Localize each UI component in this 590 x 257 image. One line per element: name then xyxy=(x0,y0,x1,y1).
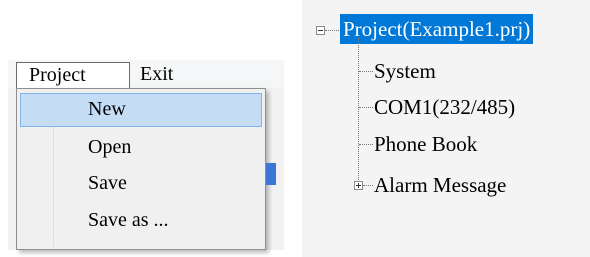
collapse-toggle-icon[interactable] xyxy=(316,26,325,35)
menu-screenshot: Project Exit New Open Save Save as ... xyxy=(8,60,284,250)
menu-project[interactable]: Project xyxy=(16,62,130,89)
tree-connector xyxy=(325,30,339,31)
tree-connector xyxy=(359,107,373,108)
menu-item-new[interactable]: New xyxy=(20,93,262,127)
expand-toggle-icon[interactable] xyxy=(354,181,363,190)
background-window-fragment xyxy=(266,163,276,185)
tree-connector xyxy=(359,71,373,72)
project-tree-view: Project(Example1.prj) System COM1(232/48… xyxy=(302,0,590,257)
menu-item-save-as[interactable]: Save as ... xyxy=(20,204,262,238)
tree-connector xyxy=(358,38,359,186)
menu-item-open[interactable]: Open xyxy=(20,131,262,165)
tree-connector xyxy=(359,144,373,145)
tree-connector xyxy=(363,185,373,186)
menu-exit[interactable]: Exit xyxy=(140,62,173,89)
tree-node-system[interactable]: System xyxy=(374,57,436,85)
project-dropdown-menu: New Open Save Save as ... xyxy=(16,88,266,250)
tree-node-com1[interactable]: COM1(232/485) xyxy=(374,93,515,121)
tree-node-phone-book[interactable]: Phone Book xyxy=(374,130,477,158)
menu-item-save[interactable]: Save xyxy=(20,167,262,201)
tree-node-alarm-message[interactable]: Alarm Message xyxy=(374,171,506,199)
menubar: Project Exit xyxy=(8,60,284,89)
tree-node-project[interactable]: Project(Example1.prj) xyxy=(340,14,534,44)
